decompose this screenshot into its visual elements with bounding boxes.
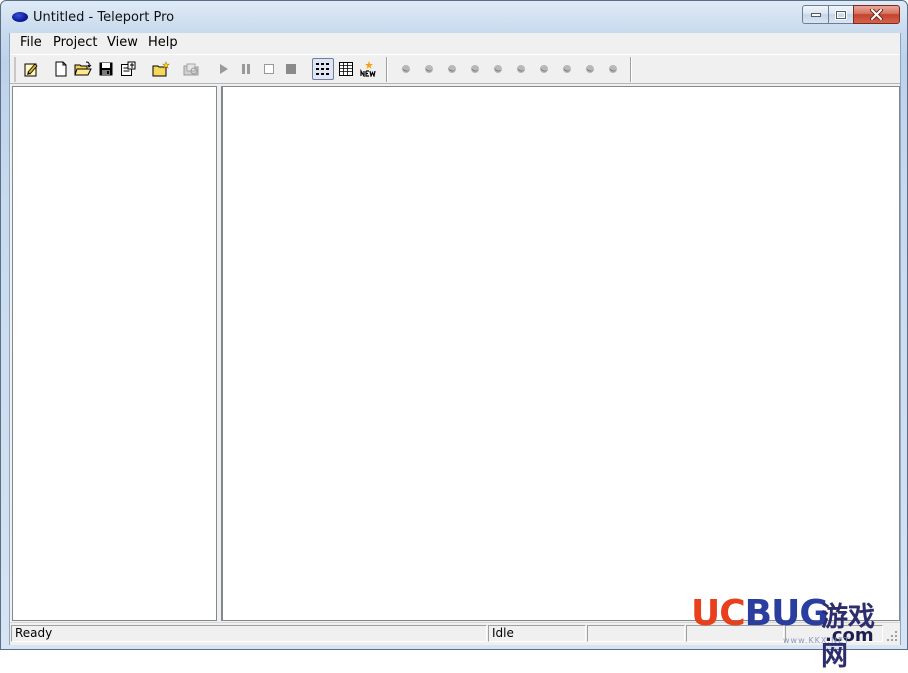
thread-indicator-icon — [420, 60, 438, 78]
status-panel-3 — [587, 625, 685, 642]
app-window: Untitled - Teleport Pro File Project Vie… — [0, 0, 908, 672]
new-folder-button[interactable] — [152, 60, 170, 78]
close-icon — [870, 9, 883, 20]
status-panel-5 — [785, 625, 883, 642]
browse-folder-icon — [183, 63, 199, 76]
stop-button[interactable] — [260, 60, 278, 78]
menu-bar: File Project View Help — [10, 33, 900, 53]
restore-icon — [835, 9, 847, 20]
menu-project[interactable]: Project — [52, 35, 98, 50]
pause-button[interactable] — [237, 60, 255, 78]
app-icon[interactable] — [12, 12, 28, 22]
start-icon — [220, 64, 228, 74]
resize-grip-icon[interactable] — [886, 630, 898, 642]
thread-indicator-icon — [397, 60, 415, 78]
open-button[interactable] — [74, 60, 92, 78]
thread-indicator-icon — [535, 60, 553, 78]
restore-button[interactable] — [828, 5, 853, 24]
toolbar-separator — [386, 57, 387, 82]
thread-indicator-icon — [604, 60, 622, 78]
status-state: Idle — [488, 625, 586, 642]
window-title: Untitled - Teleport Pro — [33, 10, 175, 25]
minimize-icon — [810, 12, 821, 17]
start-button[interactable] — [215, 60, 233, 78]
stop-all-icon — [286, 64, 296, 74]
toolbar-separator — [630, 57, 631, 82]
thread-indicator-icon — [581, 60, 599, 78]
status-message: Ready — [11, 625, 487, 642]
project-properties-button[interactable] — [22, 60, 40, 78]
thread-indicator-icon — [512, 60, 530, 78]
menu-help[interactable]: Help — [147, 35, 179, 50]
list-view-icon — [339, 62, 353, 76]
save-icon — [99, 62, 113, 76]
project-properties-icon — [24, 63, 38, 77]
toolbar — [10, 54, 900, 84]
properties-icon — [121, 61, 136, 76]
project-tree-pane[interactable] — [12, 86, 217, 621]
thread-indicator-icon — [443, 60, 461, 78]
thread-indicator-icon — [489, 60, 507, 78]
title-bar[interactable]: Untitled - Teleport Pro — [1, 1, 907, 33]
status-bar: Ready Idle — [10, 622, 900, 644]
new-item-button[interactable] — [360, 60, 378, 78]
properties-button[interactable] — [120, 60, 138, 78]
minimize-button[interactable] — [802, 5, 828, 24]
open-folder-icon — [74, 61, 92, 76]
close-button[interactable] — [853, 5, 900, 24]
file-list-pane[interactable] — [221, 86, 900, 621]
caption-buttons — [802, 5, 900, 25]
save-button[interactable] — [97, 60, 115, 78]
tree-view-button[interactable] — [312, 58, 334, 80]
status-panel-4 — [686, 625, 784, 642]
new-folder-icon — [152, 61, 170, 77]
new-item-icon — [360, 61, 376, 77]
thread-indicator-icon — [558, 60, 576, 78]
toolbar-grip[interactable] — [14, 57, 16, 82]
list-view-button[interactable] — [337, 60, 355, 78]
stop-icon — [264, 64, 274, 74]
pause-icon — [242, 64, 250, 74]
browse-folder-button[interactable] — [183, 60, 201, 78]
menu-file[interactable]: File — [19, 35, 43, 50]
menu-view[interactable]: View — [106, 35, 139, 50]
stop-all-button[interactable] — [282, 60, 300, 78]
client-area: File Project View Help Ready Idle — [9, 33, 901, 645]
new-document-icon — [55, 61, 67, 77]
tree-view-icon — [316, 63, 329, 75]
new-button[interactable] — [52, 60, 70, 78]
thread-indicator-icon — [466, 60, 484, 78]
